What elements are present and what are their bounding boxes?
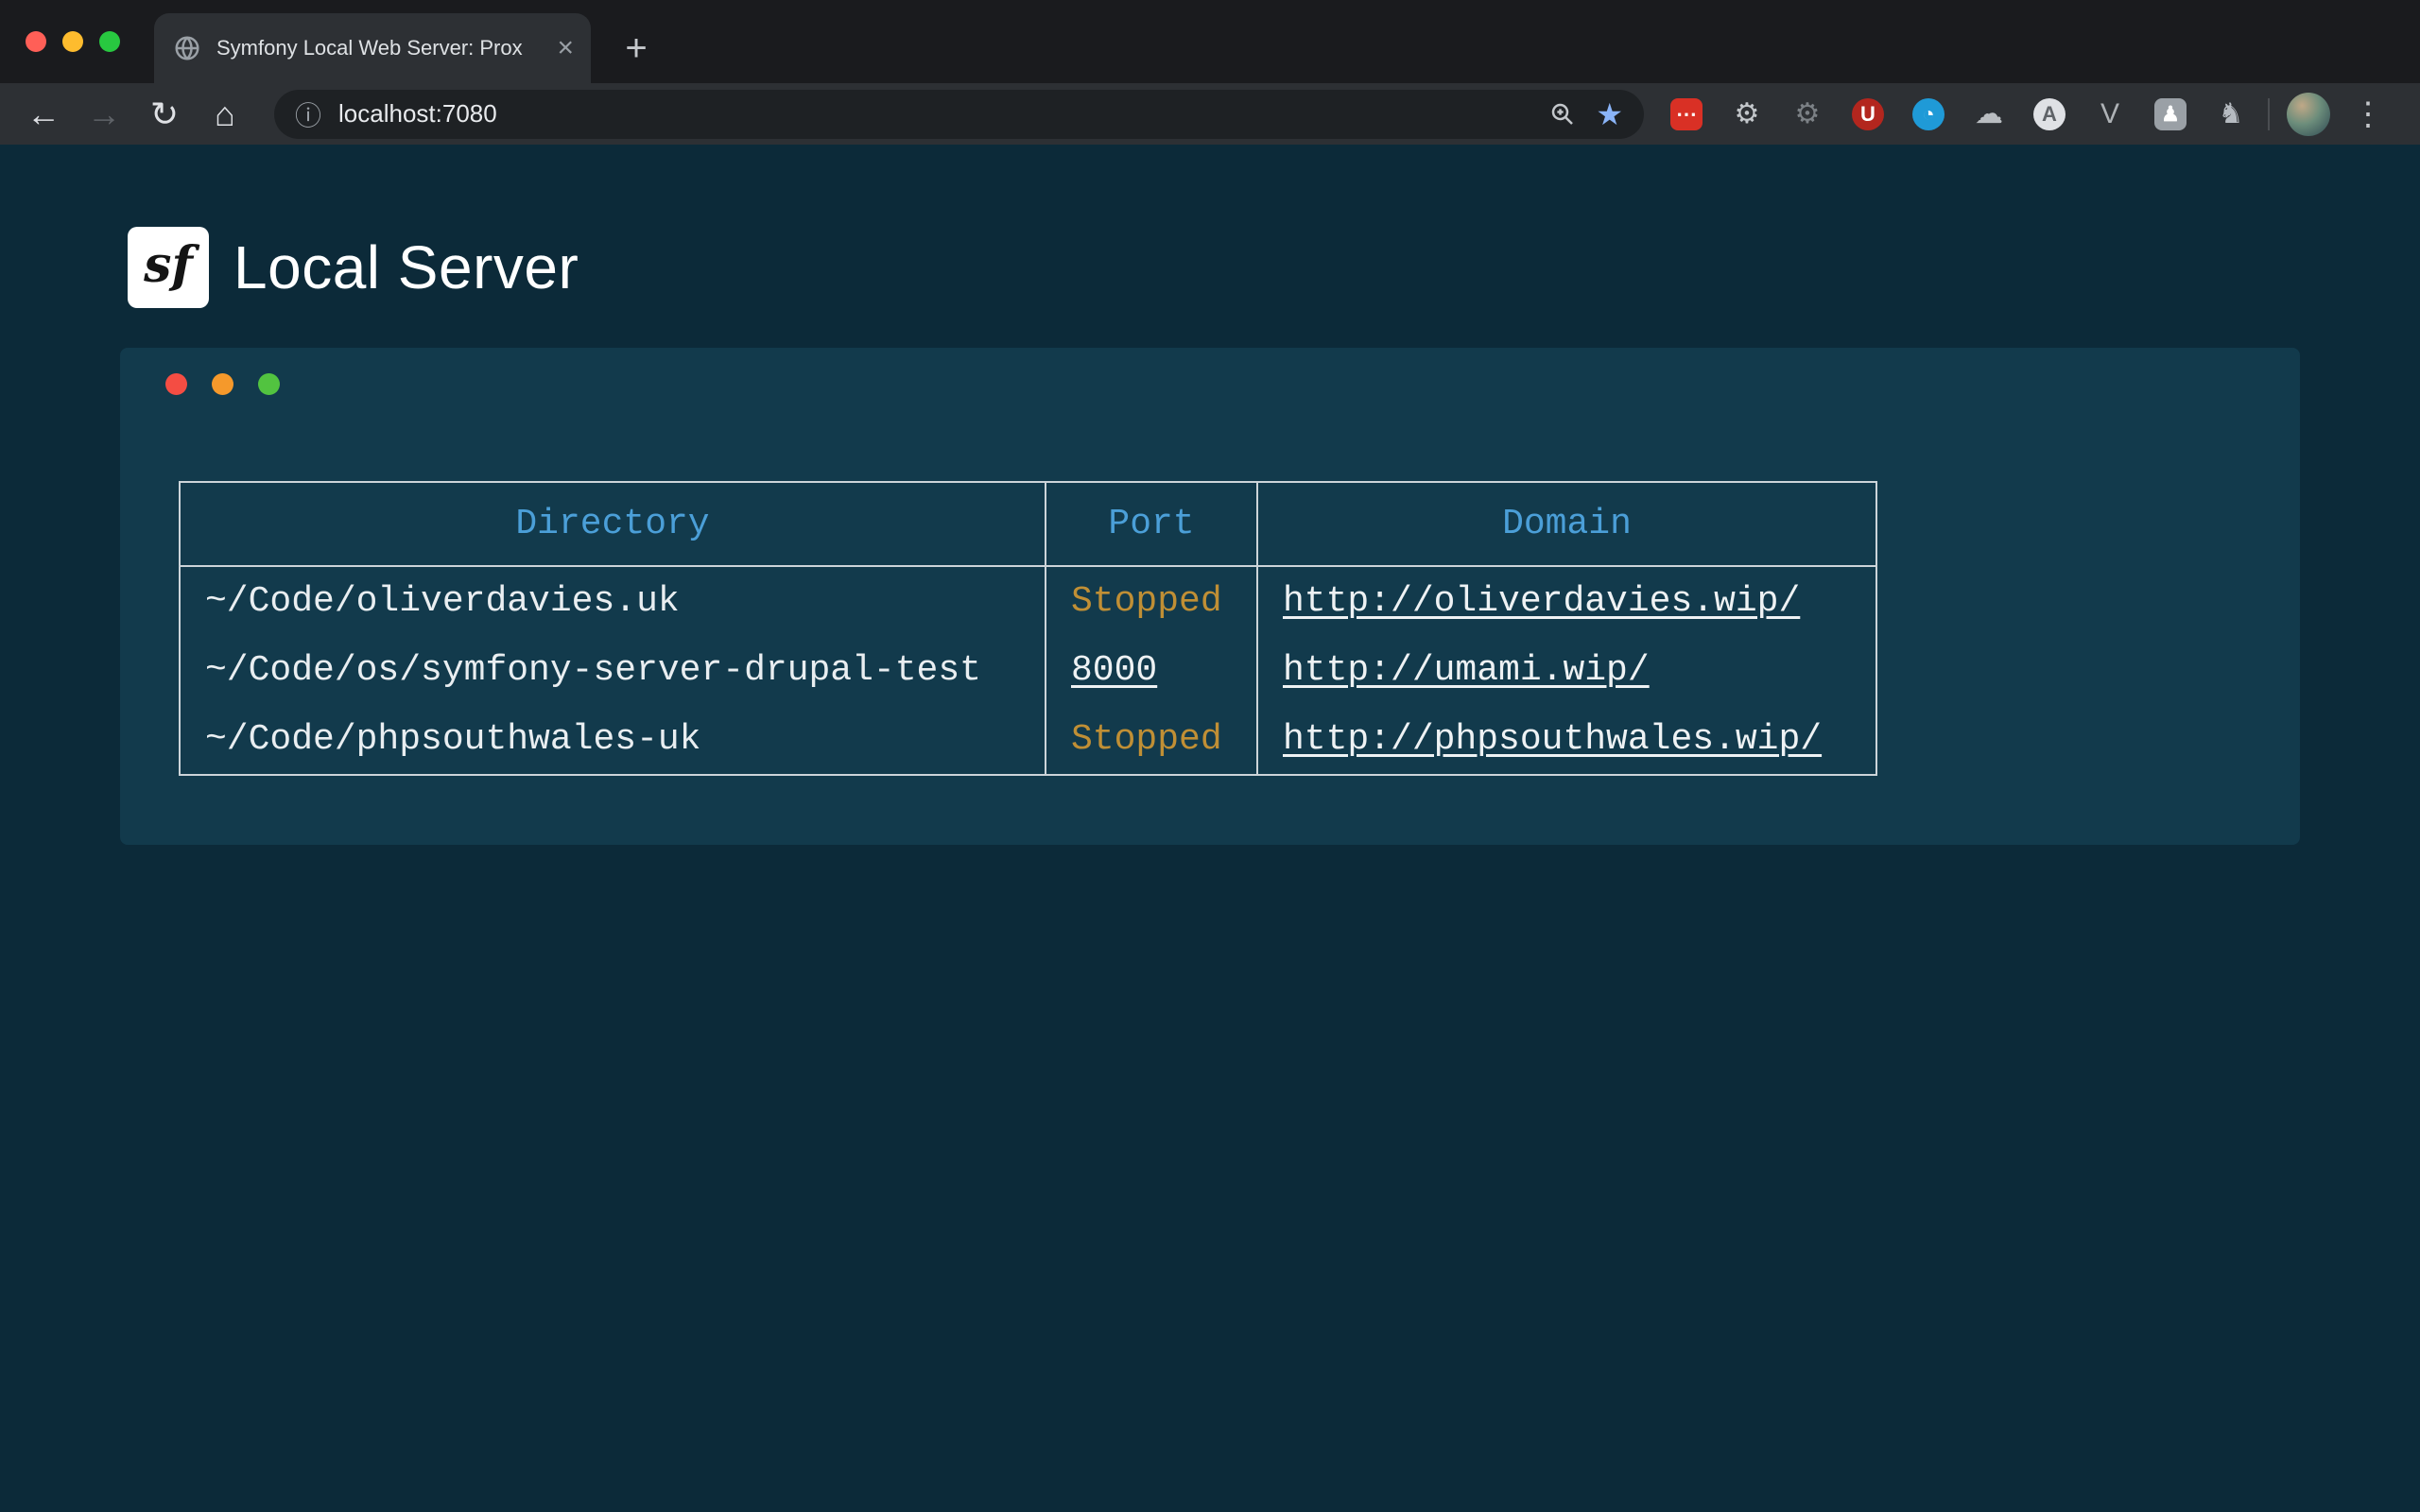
servers-table: Directory Port Domain ~/Code/oliverdavie… (179, 481, 1877, 776)
column-header-domain: Domain (1257, 482, 1876, 566)
home-icon[interactable]: ⌂ (195, 87, 255, 142)
letter-a-extension-icon[interactable]: A (2033, 98, 2066, 130)
page-content: sf Local Server Directory Port Domain ~/… (0, 145, 2420, 1512)
tab-close-icon[interactable]: × (557, 34, 574, 62)
browser-menu-icon[interactable]: ⋮ (2349, 95, 2387, 133)
terminal-red-dot-icon (165, 373, 187, 395)
bookmark-star-icon[interactable]: ★ (1596, 99, 1623, 129)
tab-favicon-globe-icon (173, 34, 201, 62)
table-row: ~/Code/os/symfony-server-drupal-test 800… (180, 636, 1876, 705)
symfony-logo: sf (128, 227, 209, 308)
screen: { "colors": { "page_bg": "#0c2a39", "pan… (0, 0, 2420, 1512)
directory-cell: ~/Code/phpsouthwales-uk (180, 705, 1046, 775)
domain-link[interactable]: http://oliverdavies.wip/ (1283, 581, 1800, 622)
port-cell[interactable]: 8000 (1046, 636, 1257, 705)
domain-link[interactable]: http://phpsouthwales.wip/ (1283, 719, 1822, 760)
browser-window: Symfony Local Web Server: Prox × + ← → ↻… (0, 0, 2420, 145)
terminal-window-dots (165, 373, 2300, 395)
back-icon[interactable]: ← (13, 87, 74, 142)
password-extension-icon[interactable]: ⋯ (1670, 98, 1703, 130)
table-row: ~/Code/phpsouthwales-uk Stopped http://p… (180, 705, 1876, 775)
tab-strip: Symfony Local Web Server: Prox × + (0, 0, 2420, 83)
brand-header: sf Local Server (128, 227, 2420, 308)
domain-cell: http://oliverdavies.wip/ (1257, 566, 1876, 636)
terminal-panel: Directory Port Domain ~/Code/oliverdavie… (120, 348, 2300, 845)
terminal-green-dot-icon (258, 373, 280, 395)
page-title: Local Server (233, 232, 579, 302)
close-window-button[interactable] (26, 31, 46, 52)
settings-gear-dark-icon[interactable]: ⚙ (1791, 98, 1824, 130)
window-controls (26, 31, 120, 52)
symfony-logo-text: sf (144, 236, 193, 294)
settings-gear-light-icon[interactable]: ⚙ (1731, 98, 1763, 130)
domain-cell: http://umami.wip/ (1257, 636, 1876, 705)
url-text[interactable]: localhost:7080 (338, 99, 497, 129)
zoom-window-button[interactable] (99, 31, 120, 52)
tab-title: Symfony Local Web Server: Prox (216, 36, 547, 60)
blue-circle-extension-icon[interactable]: ◔ (1912, 98, 1945, 130)
directory-cell: ~/Code/os/symfony-server-drupal-test (180, 636, 1046, 705)
zoom-icon[interactable] (1548, 100, 1577, 129)
domain-link[interactable]: http://umami.wip/ (1283, 650, 1650, 691)
browser-toolbar: ← → ↻ ⌂ ⓘ localhost:7080 ★ ⋯ ⚙ ⚙ U ◔ ☁ AV ♟ ♞ ⋮ (0, 83, 2420, 145)
port-cell: Stopped (1046, 705, 1257, 775)
reload-icon[interactable]: ↻ (134, 87, 195, 142)
minimize-window-button[interactable] (62, 31, 83, 52)
gray-square-extension-icon[interactable]: ♟ (2154, 98, 2187, 130)
port-cell: Stopped (1046, 566, 1257, 636)
github-octocat-extension-icon[interactable]: ♞ (2215, 98, 2247, 130)
extensions: ⋯ ⚙ ⚙ U ◔ ☁ AV ♟ ♞ (1670, 98, 2247, 130)
domain-cell: http://phpsouthwales.wip/ (1257, 705, 1876, 775)
browser-tab[interactable]: Symfony Local Web Server: Prox × (154, 13, 591, 83)
site-info-icon[interactable]: ⓘ (295, 95, 321, 133)
column-header-directory: Directory (180, 482, 1046, 566)
column-header-port: Port (1046, 482, 1257, 566)
ublock-extension-icon[interactable]: U (1852, 98, 1884, 130)
profile-avatar[interactable] (2287, 93, 2330, 136)
address-bar[interactable]: ⓘ localhost:7080 ★ (274, 90, 1644, 139)
cloud-extension-icon[interactable]: ☁ (1973, 98, 2005, 130)
letter-v-extension-icon[interactable]: V (2094, 98, 2126, 130)
toolbar-separator (2268, 98, 2270, 130)
table-row: ~/Code/oliverdavies.uk Stopped http://ol… (180, 566, 1876, 636)
forward-icon[interactable]: → (74, 87, 134, 142)
table-header-row: Directory Port Domain (180, 482, 1876, 566)
terminal-orange-dot-icon (212, 373, 233, 395)
new-tab-button[interactable]: + (614, 26, 658, 70)
directory-cell: ~/Code/oliverdavies.uk (180, 566, 1046, 636)
